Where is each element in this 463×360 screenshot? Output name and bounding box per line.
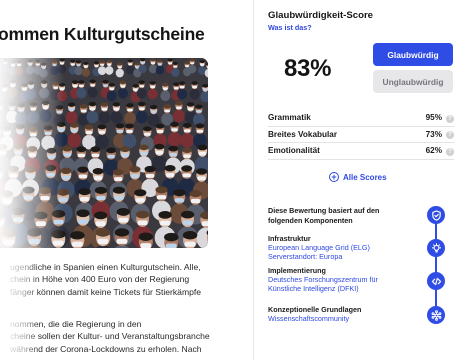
metrics-list: Grammatik 95% ? Breites Vokabular 73% ? … xyxy=(268,110,454,160)
all-scores-button[interactable]: + Alle Scores xyxy=(329,172,387,182)
component-implementation: Implementierung Deutsches Forschungszent… xyxy=(268,266,428,293)
lightbulb-icon[interactable] xyxy=(427,239,445,257)
what-is-this-link[interactable]: Was ist das? xyxy=(268,23,312,32)
component-infrastructure: Infrastruktur European Language Grid (EL… xyxy=(268,234,428,261)
component-title: Implementierung xyxy=(268,266,326,275)
components-intro: Diese Bewertung basiert auf den folgende… xyxy=(268,206,380,225)
credibility-panel: Glaubwürdigkeit-Score Was ist das? 83% G… xyxy=(253,0,463,360)
help-icon[interactable]: ? xyxy=(446,147,454,156)
text-fade-overlay xyxy=(0,255,40,360)
help-icon[interactable]: ? xyxy=(446,114,454,123)
component-link[interactable]: Wissenschaftscommunity xyxy=(268,314,428,323)
component-link[interactable]: European Language Grid (ELG) xyxy=(268,243,428,252)
article-headline: ommen Kulturgutscheine xyxy=(0,24,205,44)
credible-button[interactable]: Glaubwürdig xyxy=(373,43,453,66)
component-foundations: Konzeptionelle Grundlagen Wissenschaftsc… xyxy=(268,305,428,323)
metric-grammar: Grammatik 95% ? xyxy=(268,110,454,127)
metric-emotionality: Emotionalität 62% ? xyxy=(268,143,454,160)
code-icon[interactable] xyxy=(427,272,445,290)
shield-check-icon[interactable] xyxy=(427,206,445,224)
metric-value: 62% xyxy=(425,146,442,155)
component-link[interactable]: Serverstandort: Europa xyxy=(268,252,428,261)
timeline-rail xyxy=(435,214,437,310)
photo-fade-overlay xyxy=(0,58,64,248)
credibility-score: 83% xyxy=(284,55,332,82)
network-icon[interactable] xyxy=(427,306,445,324)
metric-vocabulary: Breites Vokabular 73% ? xyxy=(268,127,454,143)
metric-label: Emotionalität xyxy=(268,146,320,155)
component-link[interactable]: Deutsches Forschungszentrum für xyxy=(268,275,428,284)
component-title: Infrastruktur xyxy=(268,234,311,243)
help-icon[interactable]: ? xyxy=(446,131,454,139)
metric-value: 73% xyxy=(425,129,442,139)
article-photo[interactable] xyxy=(0,58,208,248)
plus-icon: + xyxy=(329,172,339,182)
metric-value: 95% xyxy=(425,113,442,122)
not-credible-button[interactable]: Unglaubwürdig xyxy=(373,70,453,93)
metric-label: Breites Vokabular xyxy=(268,129,338,139)
article: ommen Kulturgutscheine ugendliche in Spa… xyxy=(0,0,254,360)
metric-label: Grammatik xyxy=(268,113,311,122)
component-title: Konzeptionelle Grundlagen xyxy=(268,305,362,314)
panel-title: Glaubwürdigkeit-Score xyxy=(268,10,374,21)
all-scores-label: Alle Scores xyxy=(343,172,387,182)
component-link[interactable]: Künstliche Intelligenz (DFKI) xyxy=(268,284,428,293)
